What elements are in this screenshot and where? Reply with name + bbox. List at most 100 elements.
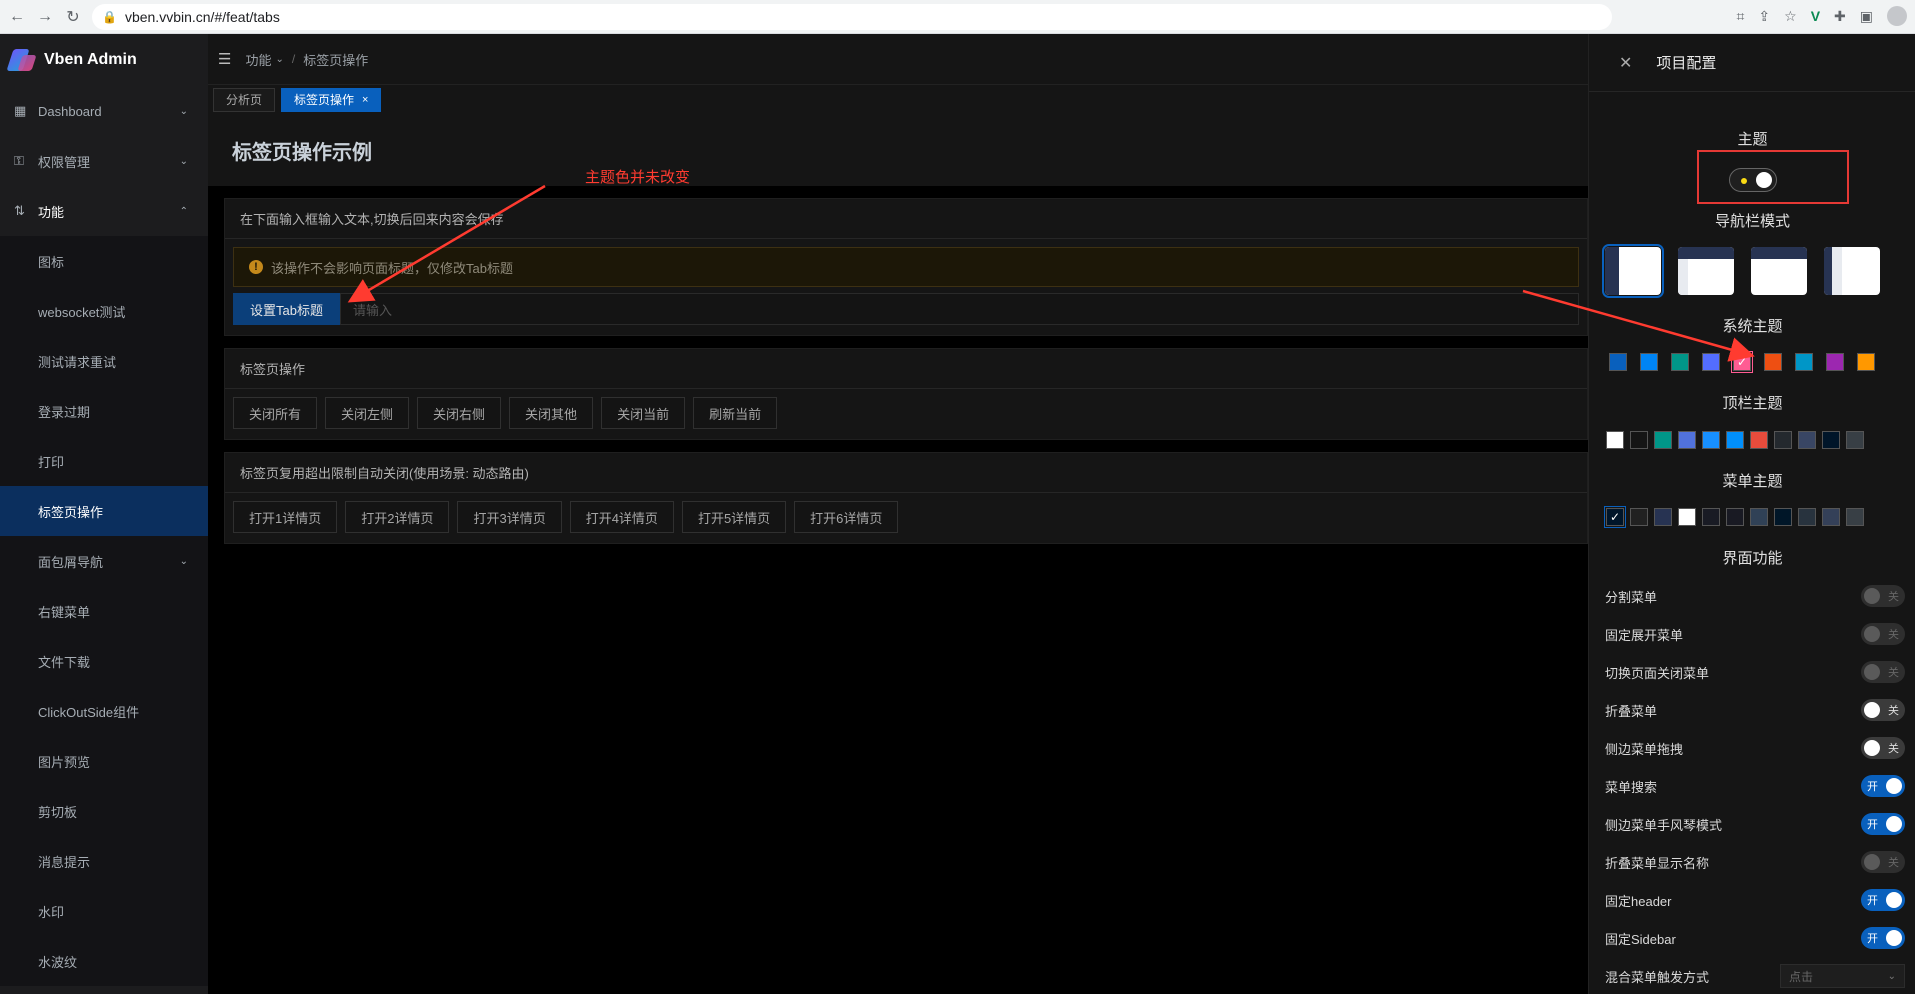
sidebar-item-ripple[interactable]: 水波纹 (0, 936, 208, 986)
close-right-button[interactable]: 关闭右侧 (417, 397, 502, 429)
top-theme-swatch[interactable] (1654, 431, 1672, 449)
bookmark-star-icon[interactable]: ☆ (1784, 8, 1797, 25)
forward-icon[interactable]: → (34, 6, 56, 28)
top-theme-swatch[interactable] (1750, 431, 1768, 449)
sidebar-item-print[interactable]: 打印 (0, 436, 208, 486)
nav-mode-mix[interactable] (1678, 247, 1734, 295)
sidebar-item-watermark[interactable]: 水印 (0, 886, 208, 936)
sidebar-item-breadcrumb[interactable]: 面包屑导航 ⌄ (0, 536, 208, 586)
menu-theme-swatch[interactable] (1798, 508, 1816, 526)
tab-analysis[interactable]: 分析页 (213, 87, 276, 112)
feature-switch[interactable]: 开 (1861, 927, 1905, 949)
sidebar-item-permission[interactable]: ⚿ 权限管理 ⌄ (0, 136, 208, 186)
switch-knob (1864, 588, 1880, 604)
menu-theme-swatch[interactable] (1654, 508, 1672, 526)
reload-icon[interactable]: ↻ (62, 6, 84, 28)
system-theme-swatch[interactable] (1795, 353, 1813, 371)
app-logo[interactable]: Vben Admin (0, 34, 208, 86)
open-detail-5-button[interactable]: 打开5详情页 (681, 501, 787, 533)
vue-extension-icon[interactable]: V (1811, 8, 1820, 24)
sidebar-item-context-menu[interactable]: 右键菜单 (0, 586, 208, 636)
feature-switch[interactable]: 开 (1861, 889, 1905, 911)
top-theme-swatch[interactable] (1798, 431, 1816, 449)
profile-avatar[interactable] (1887, 6, 1907, 26)
top-theme-swatch[interactable] (1678, 431, 1696, 449)
top-theme-swatch[interactable] (1846, 431, 1864, 449)
sidebar-item-image-preview[interactable]: 图片预览 (0, 736, 208, 786)
system-theme-swatch[interactable] (1702, 353, 1720, 371)
switch-knob (1886, 930, 1902, 946)
tab-tabs-demo[interactable]: 标签页操作 × (281, 87, 382, 112)
chevron-down-icon: ⌄ (179, 555, 188, 567)
top-theme-swatch[interactable] (1630, 431, 1648, 449)
top-theme-swatch[interactable] (1822, 431, 1840, 449)
close-current-button[interactable]: 关闭当前 (601, 397, 686, 429)
sidebar-item-feature[interactable]: ⇅ 功能 ⌃ (0, 186, 208, 236)
feature-switch[interactable]: 开 (1861, 775, 1905, 797)
top-theme-swatch[interactable] (1726, 431, 1744, 449)
system-theme-swatch[interactable] (1826, 353, 1844, 371)
system-theme-swatch[interactable] (1609, 353, 1627, 371)
feature-switch[interactable]: 关 (1861, 699, 1905, 721)
menu-theme-swatch[interactable] (1750, 508, 1768, 526)
breadcrumb-feature[interactable]: 功能 (245, 50, 271, 69)
menu-theme-swatch[interactable] (1678, 508, 1696, 526)
menu-theme-swatch[interactable] (1726, 508, 1744, 526)
system-theme-swatch[interactable] (1764, 353, 1782, 371)
refresh-current-button[interactable]: 刷新当前 (693, 397, 778, 429)
address-bar[interactable]: 🔒 vben.vvbin.cn/#/feat/tabs (92, 3, 1612, 30)
close-other-button[interactable]: 关闭其他 (509, 397, 594, 429)
sidebar-item-icons[interactable]: 图标 (0, 236, 208, 286)
system-theme-swatch[interactable] (1671, 353, 1689, 371)
sidebar-item-message[interactable]: 消息提示 (0, 836, 208, 886)
close-left-button[interactable]: 关闭左侧 (325, 397, 410, 429)
menu-theme-swatch[interactable] (1822, 508, 1840, 526)
menu-theme-swatch[interactable]: ✓ (1604, 506, 1626, 528)
system-theme-swatch[interactable] (1640, 353, 1658, 371)
nav-mode-mix-sidebar[interactable] (1824, 247, 1880, 295)
open-detail-1-button[interactable]: 打开1详情页 (233, 501, 338, 533)
nav-mode-top-menu[interactable] (1751, 247, 1807, 295)
feature-row: 侧边菜单拖拽 关 (1605, 737, 1905, 759)
top-theme-swatch[interactable] (1774, 431, 1792, 449)
sidebar-item-download[interactable]: 文件下载 (0, 636, 208, 686)
sidebar-item-click-outside[interactable]: ClickOutSide组件 (0, 686, 208, 736)
system-theme-section-title: 系统主题 (1722, 318, 1783, 335)
nav-mode-sidebar[interactable] (1602, 244, 1664, 298)
share-icon[interactable]: ⇪ (1758, 8, 1770, 25)
chevron-down-icon[interactable]: ⌄ (275, 54, 283, 65)
feature-switch[interactable]: 关 (1861, 737, 1905, 759)
top-theme-swatch[interactable] (1702, 431, 1720, 449)
system-theme-swatch[interactable]: ✓ (1731, 351, 1753, 373)
close-icon[interactable]: × (362, 94, 368, 106)
sidebar-item-label: 权限管理 (38, 154, 91, 170)
close-all-button[interactable]: 关闭所有 (233, 397, 318, 429)
sidebar-item-dashboard[interactable]: ▦ Dashboard ⌄ (0, 86, 208, 136)
menu-theme-swatch[interactable] (1846, 508, 1864, 526)
menu-theme-swatch[interactable] (1630, 508, 1648, 526)
open-detail-3-button[interactable]: 打开3详情页 (457, 501, 562, 533)
feature-switch[interactable]: 开 (1861, 813, 1905, 835)
set-tab-title-button[interactable]: 设置Tab标题 (233, 293, 340, 325)
system-theme-swatch[interactable] (1857, 353, 1875, 371)
mix-trigger-select[interactable]: 点击 ⌄ (1780, 964, 1905, 988)
extensions-icon[interactable]: ✚ (1834, 8, 1846, 25)
open-detail-2-button[interactable]: 打开2详情页 (345, 501, 450, 533)
sidebar-item-tabs[interactable]: 标签页操作 (0, 486, 208, 536)
side-panel-icon[interactable]: ▣ (1860, 8, 1873, 25)
tab-title-input[interactable]: 请输入 (339, 293, 1579, 325)
sidebar-item-websocket[interactable]: websocket测试 (0, 286, 208, 336)
open-detail-6-button[interactable]: 打开6详情页 (794, 501, 899, 533)
back-icon[interactable]: ← (6, 6, 28, 28)
sidebar-item-session-timeout[interactable]: 登录过期 (0, 386, 208, 436)
menu-theme-swatch[interactable] (1702, 508, 1720, 526)
open-detail-4-button[interactable]: 打开4详情页 (569, 501, 674, 533)
close-icon[interactable]: ✕ (1619, 53, 1632, 73)
translate-icon[interactable]: ⌗ (1737, 8, 1745, 25)
top-theme-swatch[interactable] (1606, 431, 1624, 449)
menu-theme-swatch[interactable] (1774, 508, 1792, 526)
sidebar-item-label: 文件下载 (38, 654, 91, 670)
menu-fold-icon[interactable]: ☰ (218, 50, 231, 68)
sidebar-item-clipboard[interactable]: 剪切板 (0, 786, 208, 836)
sidebar-item-request-retry[interactable]: 测试请求重试 (0, 336, 208, 386)
